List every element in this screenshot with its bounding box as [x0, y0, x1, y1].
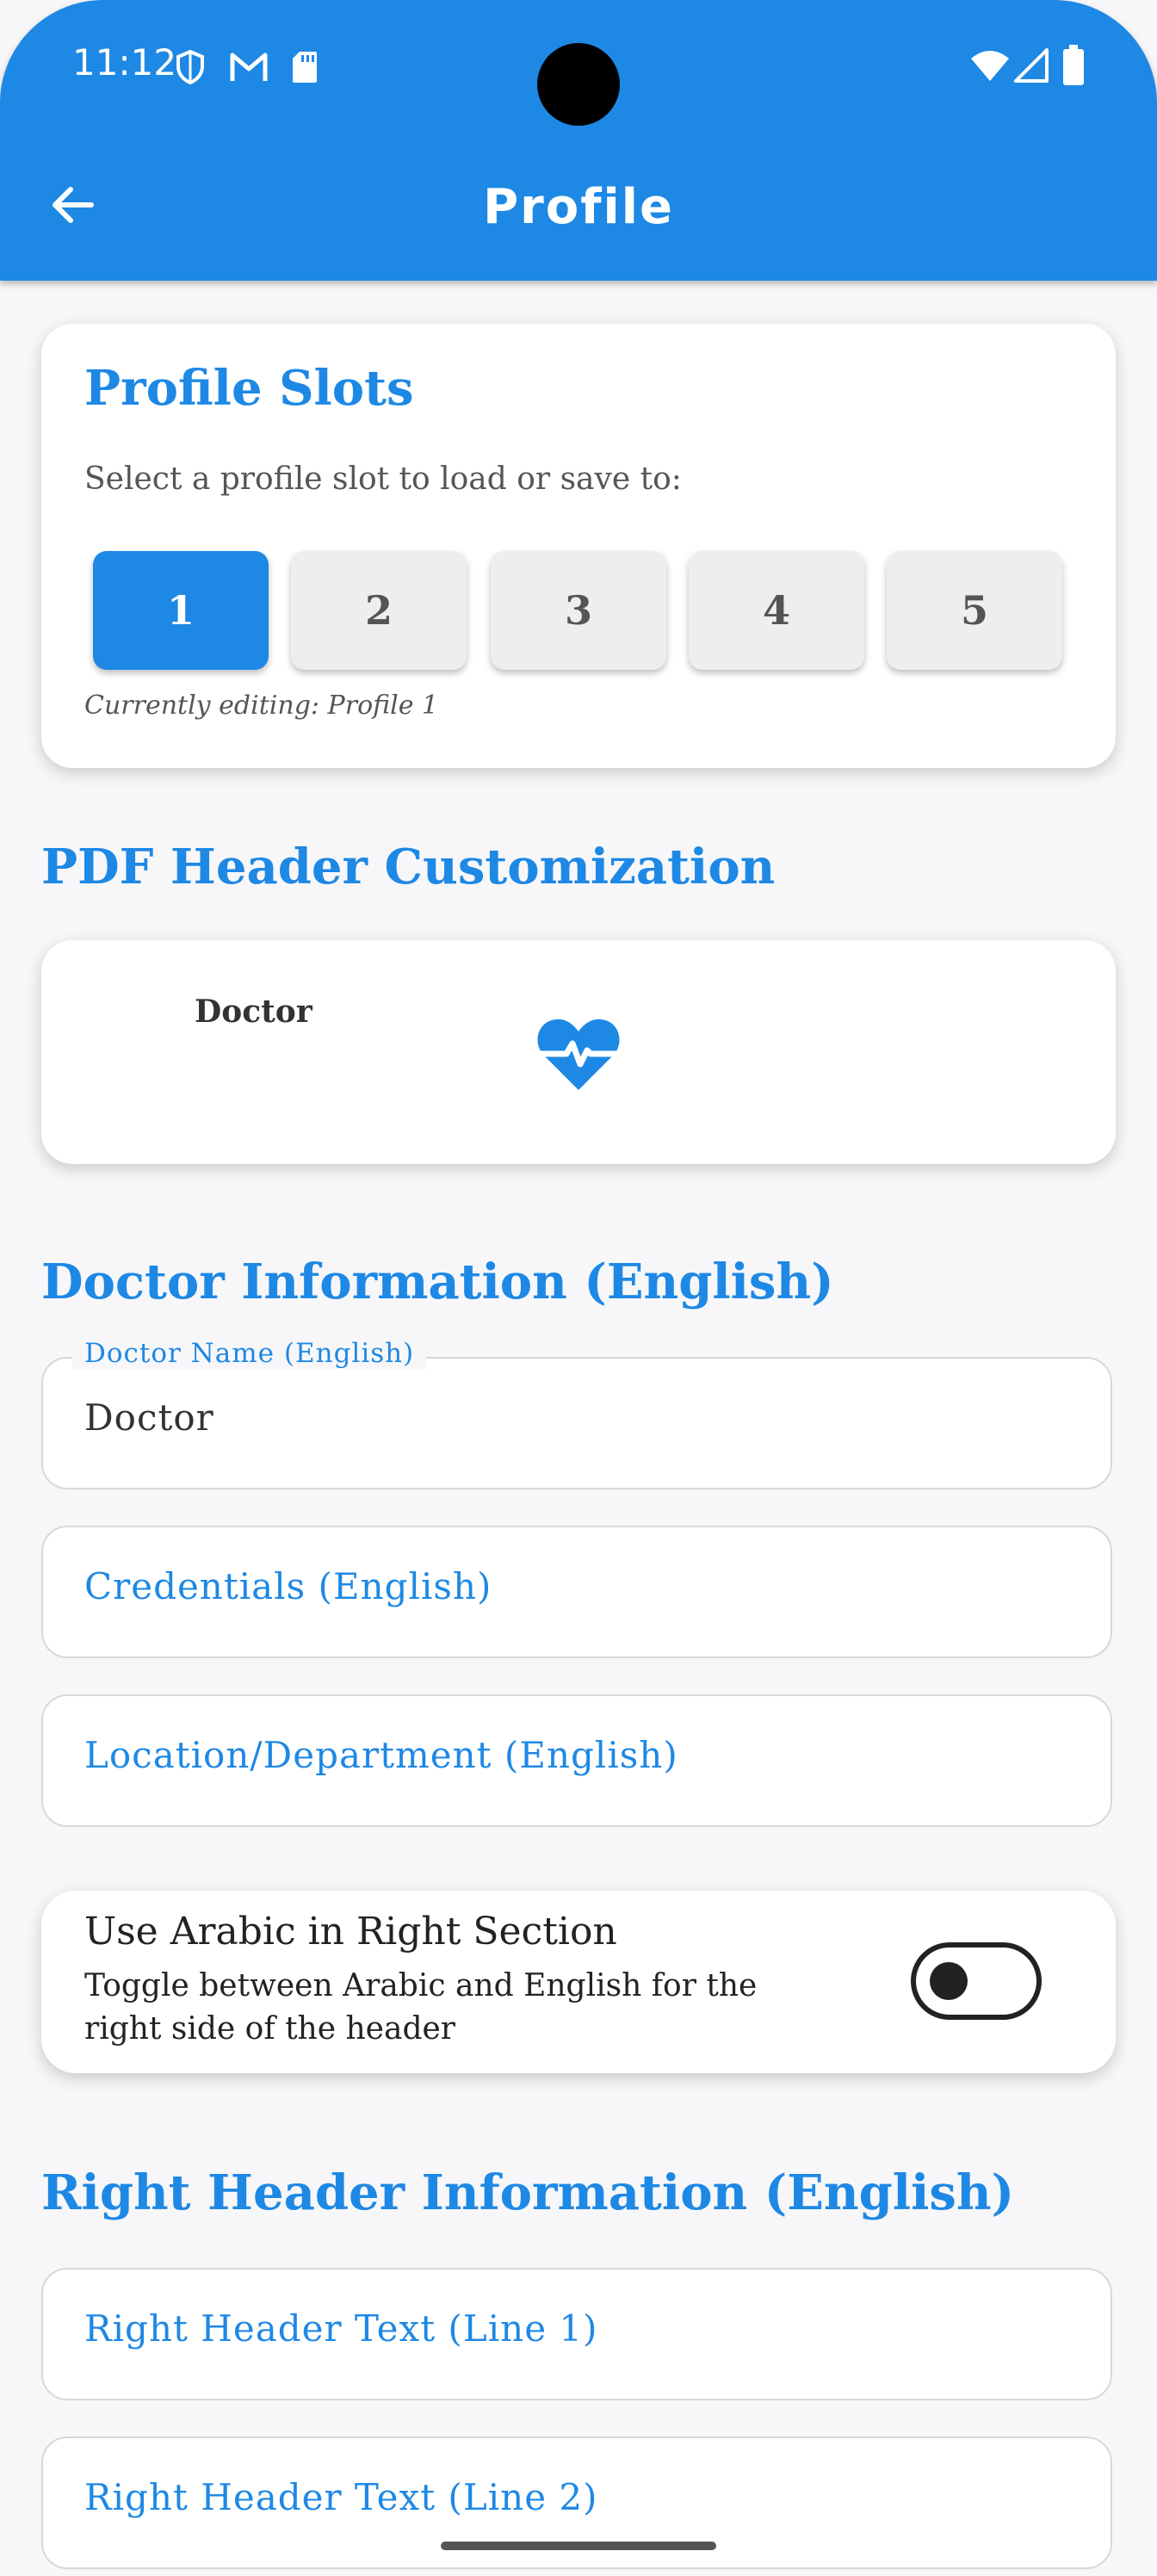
doctor-name-label: Doctor Name (English)	[72, 1338, 427, 1369]
status-time: 11:12	[72, 41, 177, 84]
doctor-info-section-title: Doctor Information (English)	[41, 1254, 834, 1310]
toggle-knob	[930, 1962, 968, 2000]
profile-slots-title: Profile Slots	[84, 360, 414, 417]
shield-icon	[176, 50, 204, 84]
arabic-toggle-switch[interactable]	[911, 1942, 1042, 2020]
profile-slot-5[interactable]: 5	[887, 551, 1062, 670]
location-placeholder: Location/Department (English)	[84, 1734, 678, 1776]
credentials-placeholder: Credentials (English)	[84, 1565, 492, 1607]
profile-slot-2[interactable]: 2	[291, 551, 467, 670]
arabic-toggle-description: Toggle between Arabic and English for th…	[84, 1968, 758, 2047]
profile-slot-1[interactable]: 1	[93, 551, 269, 670]
credentials-field[interactable]: Credentials (English)	[41, 1526, 1112, 1658]
arabic-toggle-title: Use Arabic in Right Section	[84, 1910, 617, 1954]
right-header-section-title: Right Header Information (English)	[41, 2164, 1015, 2221]
camera-cutout	[537, 43, 620, 126]
doctor-name-field[interactable]: Doctor	[41, 1357, 1112, 1489]
app-bar: 11:12 Profile	[0, 0, 1157, 281]
editing-status: Currently editing: Profile 1	[84, 690, 439, 721]
signal-icon	[1014, 48, 1049, 83]
profile-slot-3[interactable]: 3	[491, 551, 666, 670]
sd-card-icon	[293, 52, 317, 83]
preview-doctor-name: Doctor	[195, 994, 312, 1030]
gmail-icon	[230, 53, 268, 81]
heart-pulse-icon	[537, 1019, 620, 1090]
page-title: Profile	[483, 179, 674, 235]
gesture-nav-bar[interactable]	[441, 2542, 716, 2550]
battery-icon	[1063, 45, 1084, 85]
profile-slots-description: Select a profile slot to load or save to…	[84, 461, 682, 497]
location-department-field[interactable]: Location/Department (English)	[41, 1694, 1112, 1827]
right-header-line2-placeholder: Right Header Text (Line 2)	[84, 2476, 598, 2518]
right-header-line1-placeholder: Right Header Text (Line 1)	[84, 2307, 598, 2350]
pdf-header-section-title: PDF Header Customization	[41, 839, 776, 895]
doctor-name-value: Doctor	[84, 1396, 214, 1439]
profile-slot-4[interactable]: 4	[689, 551, 864, 670]
wifi-icon	[971, 51, 1009, 81]
right-header-line1-field[interactable]: Right Header Text (Line 1)	[41, 2268, 1112, 2400]
